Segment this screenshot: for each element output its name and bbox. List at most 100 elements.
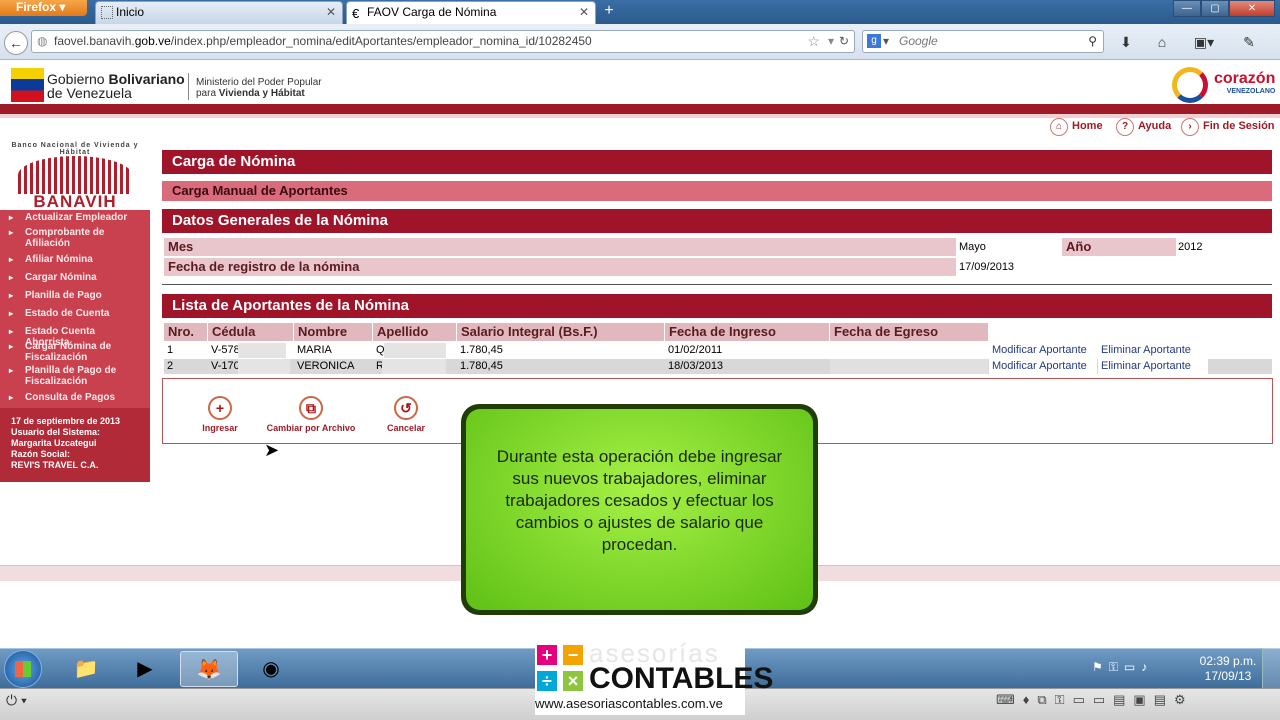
sidebar-item-cargar-fiscalizacion[interactable]: Cargar Nómina de Fiscalización <box>9 341 140 363</box>
sidebar-item-cargar[interactable]: Cargar Nómina <box>9 272 140 283</box>
cell-ingreso: 18/03/2013 <box>668 360 724 372</box>
ministry-name: Ministerio del Poder Popular para Vivien… <box>196 77 322 99</box>
divide-icon: ÷ <box>537 671 557 691</box>
sidebar-item-comprobante[interactable]: Comprobante de Afiliación <box>9 227 140 249</box>
cambiar-archivo-button[interactable]: ⧉ Cambiar por Archivo <box>261 396 361 433</box>
cancelar-label: Cancelar <box>386 423 426 433</box>
delete-contributor-link[interactable]: Eliminar Aportante <box>1098 359 1208 374</box>
bookmarks-menu-icon[interactable]: ▣▾ <box>1186 31 1222 53</box>
system-clock[interactable]: 02:39 p.m. 17/09/13 <box>1196 654 1260 684</box>
sidebar-item-label: Consulta de Pagos <box>25 392 116 403</box>
nav-home-label: Home <box>1072 120 1103 132</box>
home-icon[interactable]: ⌂ <box>1151 31 1173 53</box>
cambiar-archivo-label: Cambiar por Archivo <box>266 423 356 433</box>
venezuela-flag-icon <box>11 68 44 102</box>
google-icon: g <box>867 34 881 48</box>
redacted-block <box>238 359 290 374</box>
sidebar-item-planilla[interactable]: Planilla de Pago <box>9 290 140 301</box>
session-info: 17 de septiembre de 2013 Usuario del Sis… <box>0 408 150 482</box>
redacted-block <box>384 343 446 358</box>
close-tab-icon[interactable]: ✕ <box>579 2 589 23</box>
url-bar[interactable]: ◍ faovel.banavih.gob.ve/index.php/emplea… <box>31 30 855 53</box>
redacted-block <box>382 359 446 374</box>
watermark-url: www.asesoriascontables.com.ve <box>535 696 723 711</box>
ministry-line1: Ministerio del Poder Popular <box>196 77 322 88</box>
cell-nombre: VERONICA <box>297 360 355 372</box>
nav-help-link[interactable]: ? Ayuda <box>1116 118 1171 136</box>
back-button[interactable]: ← <box>4 31 28 55</box>
nav-home-link[interactable]: ⌂ Home <box>1050 118 1103 136</box>
sidebar-item-estado[interactable]: Estado de Cuenta <box>9 308 140 319</box>
add-icon: + <box>208 396 232 420</box>
logo-arc-text: Banco Nacional de Vivienda y Hábitat <box>11 142 139 156</box>
download-icon[interactable]: ⬇ <box>1115 31 1137 53</box>
tab-faov[interactable]: € FAOV Carga de Nómina ✕ <box>346 1 596 24</box>
bookmark-star-icon[interactable]: ☆ <box>807 31 820 52</box>
search-icon[interactable]: ⚲ <box>1088 31 1097 52</box>
logout-icon: › <box>1181 118 1199 136</box>
fecha-registro-label: Fecha de registro de la nómina <box>164 258 956 276</box>
sidebar-item-afiliar[interactable]: Afiliar Nómina <box>9 254 140 265</box>
firefox-menu-button[interactable]: Firefox ▾ <box>0 0 87 16</box>
clock-time: 02:39 p.m. <box>1199 654 1257 668</box>
delete-contributor-link[interactable]: Eliminar Aportante <box>1098 343 1208 358</box>
banavih-logo-text: BANAVIH <box>33 192 117 211</box>
dropdown-icon[interactable]: ▾ <box>828 31 834 52</box>
sidebar-item-consulta[interactable]: Consulta de Pagos <box>9 392 140 403</box>
faov-favicon-icon: € <box>352 6 360 21</box>
gov-header <box>0 60 1280 105</box>
company-name: REVI'S TRAVEL C.A. <box>11 460 99 470</box>
modify-contributor-link[interactable]: Modificar Aportante <box>989 343 1097 358</box>
table-row: 1 V-578 MARIA Q 1.780,45 01/02/2011 Modi… <box>164 343 1272 358</box>
col-header-egreso: Fecha de Egreso <box>830 323 988 341</box>
chrome-taskbar-icon[interactable]: ◉ <box>245 651 297 687</box>
asesorias-watermark: + − ÷ × asesorías CONTABLES www.asesoria… <box>535 638 773 715</box>
divider <box>162 284 1272 285</box>
cell-salario: 1.780,45 <box>460 360 503 372</box>
start-button[interactable] <box>4 650 42 688</box>
reload-icon[interactable]: ↻ <box>839 31 849 52</box>
cancelar-button[interactable]: ↺ Cancelar <box>376 396 436 433</box>
instruction-callout: Durante esta operación debe ingresar sus… <box>461 404 818 615</box>
nav-logout-link[interactable]: › Fin de Sesión <box>1181 118 1275 136</box>
maximize-button[interactable]: ▢ <box>1201 0 1229 17</box>
cell-egreso <box>830 343 988 358</box>
sidebar-item-label: Comprobante de Afiliación <box>25 227 105 249</box>
session-date: 17 de septiembre de 2013 <box>11 416 121 426</box>
addons-icon[interactable]: ✎ <box>1236 31 1262 53</box>
close-window-button[interactable]: ✕ <box>1229 0 1275 17</box>
sidebar-item-planilla-fiscalizacion[interactable]: Planilla de Pago de Fiscalización <box>9 365 140 387</box>
mes-value: Mayo <box>959 241 986 253</box>
search-input[interactable]: g ▾ Google ⚲ <box>862 30 1104 53</box>
cell-nombre: MARIA <box>297 344 332 356</box>
close-tab-icon[interactable]: ✕ <box>326 2 336 23</box>
brand-name: corazón <box>1214 70 1276 87</box>
media-player-taskbar-icon[interactable]: ▶ <box>119 651 171 687</box>
ingresar-button[interactable]: + Ingresar <box>190 396 250 433</box>
explorer-taskbar-icon[interactable]: 📁 <box>60 651 112 687</box>
sidebar-item-label: Planilla de Pago de Fiscalización <box>25 365 117 387</box>
minimize-button[interactable]: — <box>1173 0 1201 17</box>
vm-device-icons[interactable]: ⌨♦⧉⚿▭▭▤▣▤⚙ <box>996 692 1276 714</box>
power-menu-icon[interactable]: ⏻ ▾ <box>6 692 42 714</box>
dropdown-icon[interactable]: ▾ <box>883 31 889 52</box>
new-tab-button[interactable]: + <box>597 2 621 22</box>
modify-contributor-link[interactable]: Modificar Aportante <box>989 359 1097 374</box>
file-icon: ⧉ <box>299 396 323 420</box>
nav-help-label: Ayuda <box>1138 120 1172 132</box>
windows-logo-icon <box>15 661 31 677</box>
corazon-logo-icon <box>1172 67 1208 103</box>
cell-egreso <box>830 359 988 374</box>
system-tray-icons[interactable]: ⚑⚿▭♪ <box>1092 660 1188 676</box>
cell-salario: 1.780,45 <box>460 344 503 356</box>
firefox-taskbar-icon[interactable]: 🦊 <box>180 651 238 687</box>
gov-name-line2: de Venezuela <box>47 85 132 101</box>
tab-inicio[interactable]: Inicio ✕ <box>95 1 343 24</box>
plus-icon: + <box>537 645 557 665</box>
show-desktop-button[interactable] <box>1262 648 1280 688</box>
url-domain: gob.ve <box>134 34 171 48</box>
user-label: Usuario del Sistema: <box>11 427 101 437</box>
header-divider <box>188 73 189 100</box>
sidebar-item-actualizar[interactable]: Actualizar Empleador <box>9 212 140 223</box>
cell-nro: 1 <box>167 344 174 356</box>
